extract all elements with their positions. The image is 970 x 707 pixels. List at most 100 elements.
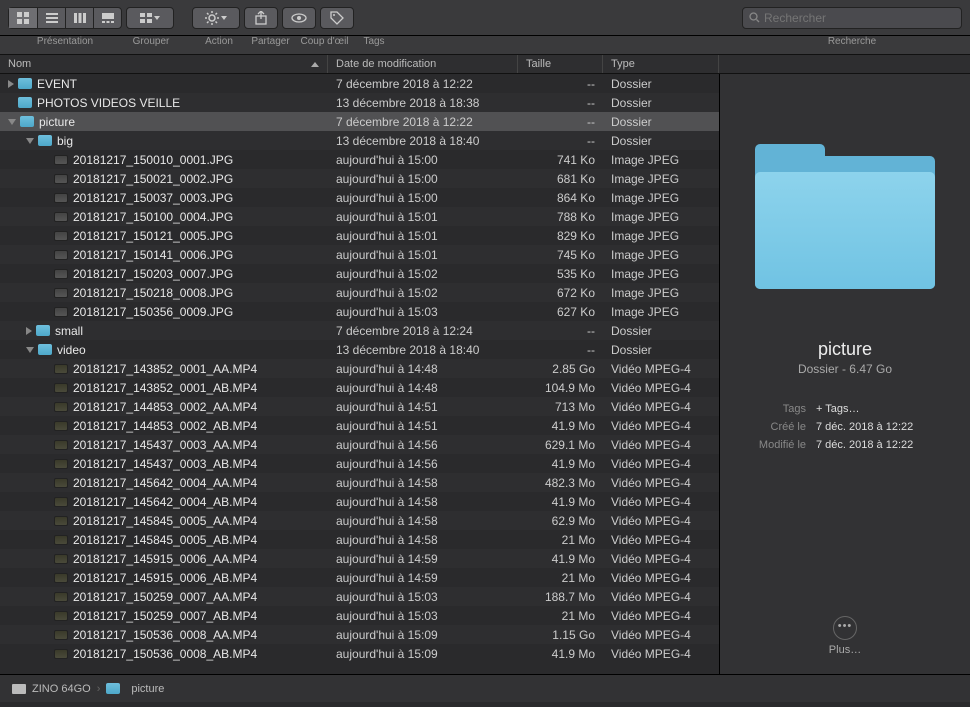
file-type: Dossier <box>603 93 719 112</box>
file-row[interactable]: 20181217_145437_0003_AA.MP4aujourd'hui à… <box>0 435 719 454</box>
file-row[interactable]: 20181217_143852_0001_AB.MP4aujourd'hui à… <box>0 378 719 397</box>
video-icon <box>54 535 68 545</box>
file-row[interactable]: 20181217_145845_0005_AB.MP4aujourd'hui à… <box>0 530 719 549</box>
file-modified: aujourd'hui à 15:02 <box>328 283 518 302</box>
file-type: Image JPEG <box>603 188 719 207</box>
file-list[interactable]: EVENT7 décembre 2018 à 12:22--DossierPHO… <box>0 74 719 674</box>
search-field[interactable] <box>742 7 962 29</box>
toolbar-labels: Présentation Grouper Action Partager Cou… <box>0 36 970 54</box>
more-button[interactable]: ••• Plus… <box>720 616 970 656</box>
tags-button[interactable] <box>320 7 354 29</box>
file-row[interactable]: video13 décembre 2018 à 18:40--Dossier <box>0 340 719 359</box>
path-leaf[interactable]: picture <box>131 683 164 695</box>
search-input[interactable] <box>764 11 955 25</box>
file-row[interactable]: 20181217_144853_0002_AA.MP4aujourd'hui à… <box>0 397 719 416</box>
col-name-label: Nom <box>8 58 31 70</box>
action-button[interactable] <box>192 7 240 29</box>
file-row[interactable]: 20181217_145642_0004_AA.MP4aujourd'hui à… <box>0 473 719 492</box>
file-row[interactable]: big13 décembre 2018 à 18:40--Dossier <box>0 131 719 150</box>
file-type: Image JPEG <box>603 264 719 283</box>
disclosure-triangle-icon[interactable] <box>26 327 32 335</box>
file-type: Vidéo MPEG-4 <box>603 454 719 473</box>
file-name: 20181217_144853_0002_AB.MP4 <box>73 419 257 433</box>
label-coupdoeil: Coup d'œil <box>297 36 352 54</box>
file-modified: aujourd'hui à 15:01 <box>328 226 518 245</box>
jpeg-icon <box>54 155 68 165</box>
file-row[interactable]: 20181217_145642_0004_AB.MP4aujourd'hui à… <box>0 492 719 511</box>
file-size: 21 Mo <box>518 530 603 549</box>
file-row[interactable]: PHOTOS VIDEOS VEILLE 13 décembre 2018 à 1… <box>0 93 719 112</box>
file-modified: aujourd'hui à 14:59 <box>328 568 518 587</box>
file-row[interactable]: 20181217_150203_0007.JPGaujourd'hui à 15… <box>0 264 719 283</box>
file-type: Image JPEG <box>603 226 719 245</box>
file-size: 681 Ko <box>518 169 603 188</box>
meta-modified-label: Modifié le <box>736 436 816 454</box>
file-row[interactable]: 20181217_150100_0004.JPGaujourd'hui à 15… <box>0 207 719 226</box>
file-size: 21 Mo <box>518 568 603 587</box>
path-bar: ZINO 64GO › picture <box>0 674 970 702</box>
file-name: 20181217_144853_0002_AA.MP4 <box>73 400 257 414</box>
file-row[interactable]: 20181217_150010_0001.JPGaujourd'hui à 15… <box>0 150 719 169</box>
file-size: 41.9 Mo <box>518 492 603 511</box>
file-size: -- <box>518 93 603 112</box>
file-row[interactable]: 20181217_150218_0008.JPGaujourd'hui à 15… <box>0 283 719 302</box>
file-type: Vidéo MPEG-4 <box>603 492 719 511</box>
file-row[interactable]: 20181217_150536_0008_AA.MP4aujourd'hui à… <box>0 625 719 644</box>
file-row[interactable]: 20181217_150356_0009.JPGaujourd'hui à 15… <box>0 302 719 321</box>
file-modified: aujourd'hui à 14:59 <box>328 549 518 568</box>
file-name: 20181217_145642_0004_AA.MP4 <box>73 476 257 490</box>
disclosure-triangle-icon[interactable] <box>8 119 16 125</box>
file-size: 788 Ko <box>518 207 603 226</box>
disclosure-triangle-icon[interactable] <box>8 80 14 88</box>
file-row[interactable]: EVENT7 décembre 2018 à 12:22--Dossier <box>0 74 719 93</box>
folder-icon <box>36 325 50 336</box>
file-row[interactable]: 20181217_150121_0005.JPGaujourd'hui à 15… <box>0 226 719 245</box>
meta-tags-add[interactable]: + Tags… <box>816 400 954 418</box>
label-partager: Partager <box>248 36 293 54</box>
view-gallery-button[interactable] <box>93 8 121 28</box>
file-modified: 7 décembre 2018 à 12:22 <box>328 112 518 131</box>
file-row[interactable]: 20181217_145915_0006_AA.MP4aujourd'hui à… <box>0 549 719 568</box>
col-type-header[interactable]: Type <box>603 55 719 73</box>
share-button[interactable] <box>244 7 278 29</box>
col-size-header[interactable]: Taille <box>518 55 603 73</box>
video-icon <box>54 573 68 583</box>
file-size: 41.9 Mo <box>518 416 603 435</box>
file-size: 482.3 Mo <box>518 473 603 492</box>
file-row[interactable]: 20181217_150141_0006.JPGaujourd'hui à 15… <box>0 245 719 264</box>
file-row[interactable]: 20181217_145437_0003_AB.MP4aujourd'hui à… <box>0 454 719 473</box>
preview-metadata: Tags + Tags… Créé le 7 déc. 2018 à 12:22… <box>720 400 970 454</box>
file-modified: 13 décembre 2018 à 18:38 <box>328 93 518 112</box>
file-row[interactable]: 20181217_150021_0002.JPGaujourd'hui à 15… <box>0 169 719 188</box>
file-row[interactable]: small7 décembre 2018 à 12:24--Dossier <box>0 321 719 340</box>
file-type: Vidéo MPEG-4 <box>603 511 719 530</box>
file-name: 20181217_150100_0004.JPG <box>73 210 233 224</box>
file-modified: aujourd'hui à 15:00 <box>328 169 518 188</box>
label-action: Action <box>194 36 244 54</box>
group-by-button[interactable] <box>126 7 174 29</box>
file-row[interactable]: 20181217_150037_0003.JPGaujourd'hui à 15… <box>0 188 719 207</box>
file-modified: aujourd'hui à 15:09 <box>328 625 518 644</box>
path-root[interactable]: ZINO 64GO <box>32 683 91 695</box>
file-row[interactable]: 20181217_143852_0001_AA.MP4aujourd'hui à… <box>0 359 719 378</box>
file-row[interactable]: picture7 décembre 2018 à 12:22--Dossier <box>0 112 719 131</box>
quicklook-button[interactable] <box>282 7 316 29</box>
jpeg-icon <box>54 250 68 260</box>
file-row[interactable]: 20181217_150259_0007_AB.MP4aujourd'hui à… <box>0 606 719 625</box>
col-name-header[interactable]: Nom <box>0 55 328 73</box>
col-modified-header[interactable]: Date de modification <box>328 55 518 73</box>
file-row[interactable]: 20181217_150259_0007_AA.MP4aujourd'hui à… <box>0 587 719 606</box>
file-type: Vidéo MPEG-4 <box>603 625 719 644</box>
video-icon <box>54 611 68 621</box>
file-row[interactable]: 20181217_145915_0006_AB.MP4aujourd'hui à… <box>0 568 719 587</box>
file-name: PHOTOS VIDEOS VEILLE <box>37 96 180 110</box>
disclosure-triangle-icon[interactable] <box>26 138 34 144</box>
view-icon-button[interactable] <box>9 8 37 28</box>
file-row[interactable]: 20181217_150536_0008_AB.MP4aujourd'hui à… <box>0 644 719 663</box>
view-list-button[interactable] <box>37 8 65 28</box>
disclosure-triangle-icon[interactable] <box>26 347 34 353</box>
file-row[interactable]: 20181217_145845_0005_AA.MP4aujourd'hui à… <box>0 511 719 530</box>
view-columns-button[interactable] <box>65 8 93 28</box>
folder-icon <box>38 135 52 146</box>
file-row[interactable]: 20181217_144853_0002_AB.MP4aujourd'hui à… <box>0 416 719 435</box>
